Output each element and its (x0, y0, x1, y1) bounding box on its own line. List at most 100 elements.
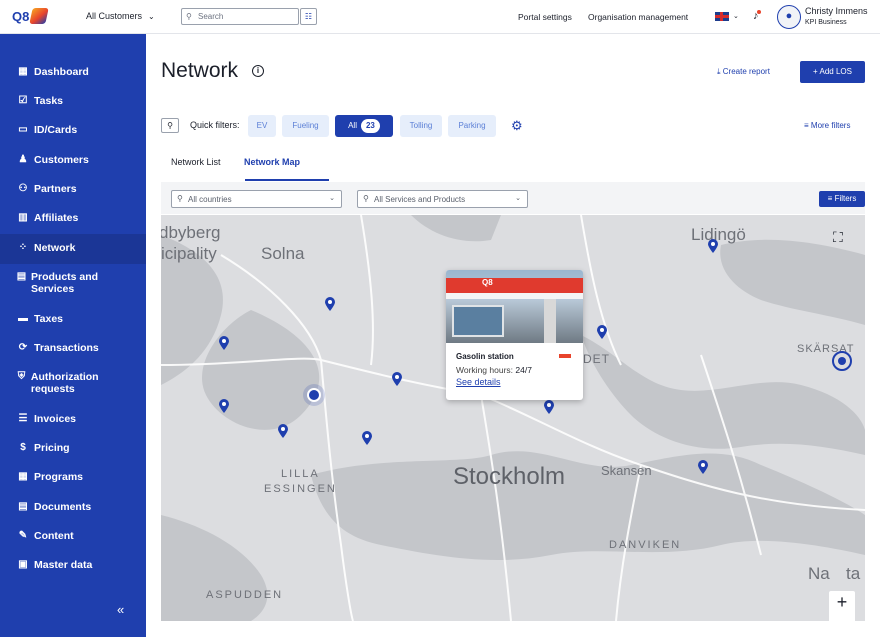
station-photo: Q8 (446, 270, 583, 343)
sidebar-item-programs[interactable]: ▦ Programs (0, 471, 146, 483)
filter-icon: ≡ (827, 194, 833, 203)
chevron-down-icon: ⌄ (515, 195, 521, 202)
sidebar-item-label: Dashboard (34, 66, 89, 78)
sidebar-item-products-services[interactable]: ▤ Products and Services (0, 271, 120, 295)
main-content: Network i ⤓ Create report + Add LOS ⚲ Qu… (146, 34, 880, 637)
sidebar-item-transactions[interactable]: ⟳ Transactions (0, 342, 146, 354)
chip-all[interactable]: All 23 (335, 115, 393, 137)
collapse-sidebar-button[interactable]: « (117, 602, 124, 617)
sidebar-item-network[interactable]: ⁘ Network (0, 234, 146, 264)
sidebar-item-id-cards[interactable]: ▭ ID/Cards (0, 124, 146, 136)
filter-bar: ⚲ All countries ⌄ ⚲ All Services and Produc… (161, 182, 865, 214)
sidebar-item-content[interactable]: ✎ Content (0, 530, 146, 542)
chip-tolling[interactable]: Tolling (400, 115, 442, 137)
station-pin-icon[interactable] (325, 297, 335, 311)
fullscreen-icon[interactable]: ⛶ (833, 229, 843, 246)
tabs: Network List Network Map (161, 152, 865, 181)
create-report-button[interactable]: ⤓ Create report (717, 67, 770, 77)
notification-bell-icon[interactable]: ♪ (753, 10, 761, 22)
create-report-label: Create report (722, 67, 770, 76)
sidebar-item-master-data[interactable]: ▣ Master data (0, 559, 146, 571)
more-filters-label: More filters (810, 121, 851, 130)
sidebar-item-tasks[interactable]: ☑ Tasks (0, 95, 146, 107)
customers-icon: ♟ (18, 154, 28, 165)
sidebar-item-label: Products and Services (31, 271, 99, 295)
transactions-icon: ⟳ (18, 342, 28, 353)
station-pin-icon[interactable] (544, 400, 554, 414)
sidebar-item-documents[interactable]: ▤ Documents (0, 501, 146, 513)
affiliates-icon: ▥ (18, 212, 28, 223)
station-pin-icon[interactable] (597, 325, 607, 339)
sidebar-item-affiliates[interactable]: ▥ Affiliates (0, 212, 146, 224)
customer-switcher[interactable]: All Customers ⌄ (86, 11, 155, 21)
filters-button[interactable]: ≡ Filters (819, 191, 865, 207)
countries-select-value: All countries (188, 195, 232, 204)
sidebar-item-label: ID/Cards (34, 124, 78, 136)
q8-logo[interactable]: Q8 (12, 8, 50, 24)
sidebar-item-customers[interactable]: ♟ Customers (0, 154, 146, 166)
chip-parking[interactable]: Parking (448, 115, 496, 137)
search-options-button[interactable]: ☷ (300, 8, 317, 25)
network-map[interactable]: dbyberg icipality Solna Lidingö SKÄRSAT … (161, 215, 865, 621)
station-pin-icon[interactable] (219, 336, 229, 350)
portal-settings-link[interactable]: Portal settings (518, 12, 572, 22)
zoom-out-button[interactable]: − (829, 615, 855, 621)
sidebar-item-label: Documents (34, 501, 92, 513)
map-label: Na (808, 564, 830, 583)
add-los-button[interactable]: + Add LOS (800, 61, 865, 83)
services-select-value: All Services and Products (374, 195, 466, 204)
locate-me-icon[interactable] (832, 351, 852, 371)
current-location-marker (303, 384, 325, 406)
avatar[interactable]: ● (777, 5, 801, 29)
notification-dot (756, 10, 761, 14)
download-icon: ⤓ (717, 67, 721, 76)
station-popup[interactable]: Q8 Gasolin station Working hours: 24/7 S… (446, 270, 583, 400)
sidebar-item-invoices[interactable]: ☰ Invoices (0, 413, 146, 425)
uk-flag-icon[interactable] (715, 12, 729, 21)
services-select[interactable]: ⚲ All Services and Products ⌄ (357, 190, 528, 208)
sidebar-item-taxes[interactable]: ▬ Taxes (0, 313, 146, 325)
more-filters-button[interactable]: ≡ More filters (804, 121, 850, 130)
quick-search-button[interactable]: ⚲ (161, 118, 179, 133)
chevron-down-icon[interactable]: ⌄ (733, 12, 739, 20)
map-label: DET (583, 352, 610, 366)
tab-network-map[interactable]: Network Map (244, 157, 300, 167)
taxes-icon: ▬ (18, 313, 28, 324)
station-pin-icon[interactable] (708, 239, 718, 253)
sidebar-item-pricing[interactable]: $ Pricing (0, 442, 146, 454)
pricing-icon: $ (20, 442, 26, 453)
map-label: dbyberg (161, 223, 221, 242)
info-icon[interactable]: i (252, 65, 264, 77)
search-input[interactable]: ⚲ Search (181, 8, 299, 25)
see-details-link[interactable]: See details (456, 377, 501, 387)
station-pin-icon[interactable] (278, 424, 288, 438)
organisation-management-link[interactable]: Organisation management (588, 12, 688, 22)
map-label: Lidingö (691, 225, 746, 244)
user-role: KPI Business (805, 19, 847, 26)
chip-fueling[interactable]: Fueling (282, 115, 329, 137)
map-label: icipality (161, 244, 217, 263)
chevron-down-icon: ⌄ (148, 12, 155, 21)
map-label: ASPUDDEN (206, 589, 284, 601)
station-pin-icon[interactable] (698, 460, 708, 474)
station-pin-icon[interactable] (392, 372, 402, 386)
sidebar-item-label: Authorization requests (30, 371, 99, 395)
content-icon: ✎ (18, 530, 28, 541)
station-pin-icon[interactable] (362, 431, 372, 445)
sidebar-item-authorization-requests[interactable]: ⛨ Authorization requests (0, 371, 120, 395)
chip-ev[interactable]: EV (248, 115, 276, 137)
sidebar-item-dashboard[interactable]: ▦ Dashboard (0, 66, 146, 78)
countries-select[interactable]: ⚲ All countries ⌄ (171, 190, 342, 208)
zoom-control: + − (829, 591, 855, 621)
gear-icon[interactable]: ⚙ (511, 118, 523, 134)
tab-network-list[interactable]: Network List (171, 157, 221, 167)
map-label: Skansen (601, 463, 652, 478)
programs-icon: ▦ (18, 471, 28, 482)
sidebar: ▦ Dashboard ☑ Tasks ▭ ID/Cards ♟ Customers ⚇… (0, 34, 146, 637)
search-icon: ⚲ (177, 194, 183, 203)
popup-title: Gasolin station (456, 352, 514, 361)
sidebar-item-partners[interactable]: ⚇ Partners (0, 183, 146, 195)
zoom-in-button[interactable]: + (829, 591, 855, 615)
hours-value: 24/7 (515, 365, 532, 375)
station-pin-icon[interactable] (219, 399, 229, 413)
